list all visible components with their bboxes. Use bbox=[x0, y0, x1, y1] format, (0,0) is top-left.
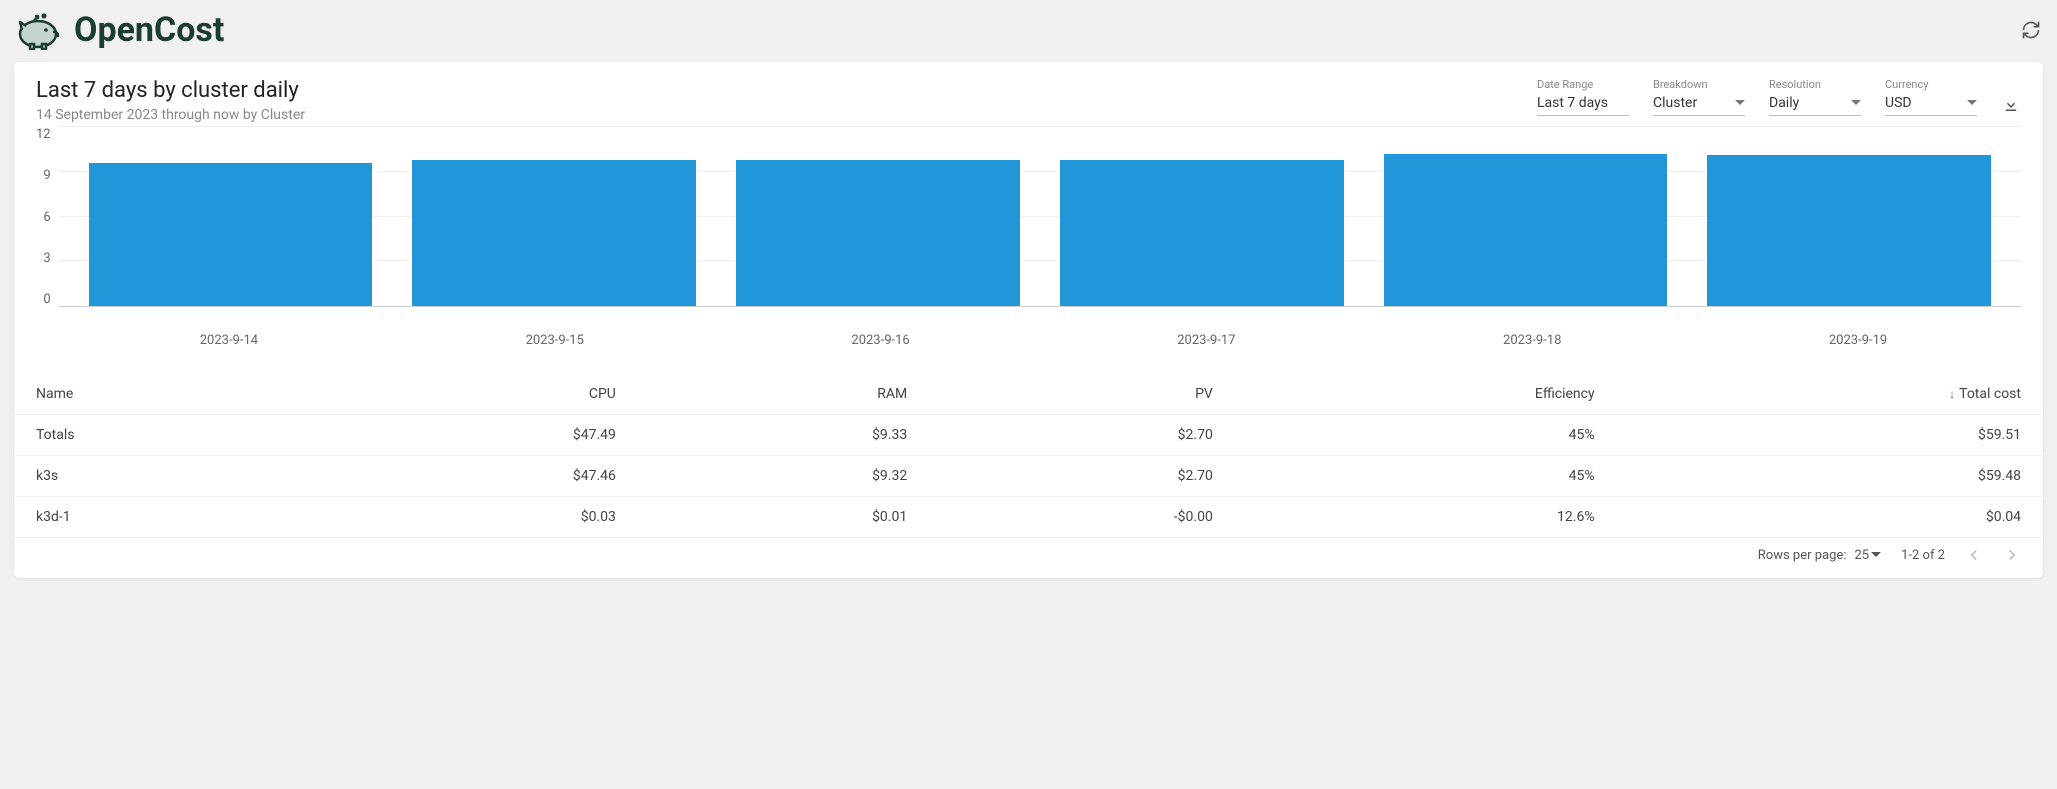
resolution-select[interactable]: Resolution Daily bbox=[1769, 78, 1861, 116]
column-header[interactable]: CPU bbox=[318, 374, 638, 415]
cost-bar-chart: 129630 2023-9-142023-9-152023-9-162023-9… bbox=[14, 127, 2043, 358]
page-range: 1-2 of 2 bbox=[1901, 548, 1945, 563]
breakdown-label: Breakdown bbox=[1653, 78, 1745, 91]
y-tick: 0 bbox=[43, 292, 50, 307]
brand-logo: OpenCost bbox=[16, 10, 224, 50]
x-tick: 2023-9-14 bbox=[66, 327, 392, 348]
brand-name: OpenCost bbox=[74, 10, 224, 50]
date-range-select[interactable]: Date Range Last 7 days bbox=[1537, 78, 1629, 116]
y-tick: 9 bbox=[43, 168, 50, 183]
refresh-icon[interactable] bbox=[2021, 20, 2041, 40]
rows-per-page-select[interactable]: 25 bbox=[1854, 548, 1881, 563]
column-header[interactable]: PV bbox=[929, 374, 1235, 415]
y-tick: 12 bbox=[36, 127, 51, 142]
page-title: Last 7 days by cluster daily bbox=[36, 78, 305, 103]
chart-bar[interactable] bbox=[736, 160, 1020, 306]
cost-table: NameCPURAMPVEfficiency↓Total cost Totals… bbox=[14, 374, 2043, 538]
date-range-label: Date Range bbox=[1537, 78, 1629, 91]
chevron-down-icon bbox=[1735, 98, 1745, 108]
chevron-down-icon bbox=[1871, 552, 1881, 558]
rows-per-page-label: Rows per page: bbox=[1758, 548, 1847, 563]
y-tick: 3 bbox=[43, 251, 50, 266]
x-tick: 2023-9-16 bbox=[718, 327, 1044, 348]
table-pager: Rows per page: 25 1-2 of 2 bbox=[14, 538, 2043, 572]
chart-bar[interactable] bbox=[412, 160, 696, 306]
download-icon[interactable] bbox=[2001, 96, 2021, 116]
y-tick: 6 bbox=[43, 210, 50, 225]
page-subtitle: 14 September 2023 through now by Cluster bbox=[36, 107, 305, 123]
chevron-down-icon bbox=[1967, 98, 1977, 108]
piggy-bank-icon bbox=[16, 10, 64, 50]
currency-label: Currency bbox=[1885, 78, 1977, 91]
table-row[interactable]: k3d-1$0.03$0.01-$0.0012.6%$0.04 bbox=[14, 497, 2043, 538]
prev-page-button[interactable] bbox=[1965, 546, 1983, 564]
chevron-down-icon bbox=[1851, 98, 1861, 108]
column-header[interactable]: Efficiency bbox=[1235, 374, 1617, 415]
chart-bar[interactable] bbox=[1707, 155, 1991, 306]
table-row[interactable]: Totals$47.49$9.33$2.7045%$59.51 bbox=[14, 415, 2043, 456]
main-card: Last 7 days by cluster daily 14 Septembe… bbox=[14, 62, 2043, 578]
resolution-label: Resolution bbox=[1769, 78, 1861, 91]
column-header[interactable]: RAM bbox=[638, 374, 929, 415]
chart-bar[interactable] bbox=[89, 163, 373, 306]
breakdown-select[interactable]: Breakdown Cluster bbox=[1653, 78, 1745, 116]
table-row[interactable]: k3s$47.46$9.32$2.7045%$59.48 bbox=[14, 456, 2043, 497]
x-tick: 2023-9-18 bbox=[1369, 327, 1695, 348]
column-header[interactable]: Name bbox=[14, 374, 318, 415]
next-page-button[interactable] bbox=[2003, 546, 2021, 564]
currency-select[interactable]: Currency USD bbox=[1885, 78, 1977, 116]
x-tick: 2023-9-17 bbox=[1043, 327, 1369, 348]
column-header[interactable]: ↓Total cost bbox=[1617, 374, 2043, 415]
sort-desc-icon: ↓ bbox=[1949, 387, 1955, 401]
chart-bar[interactable] bbox=[1060, 160, 1344, 306]
chart-bar[interactable] bbox=[1384, 154, 1668, 306]
x-tick: 2023-9-19 bbox=[1695, 327, 2021, 348]
x-tick: 2023-9-15 bbox=[392, 327, 718, 348]
